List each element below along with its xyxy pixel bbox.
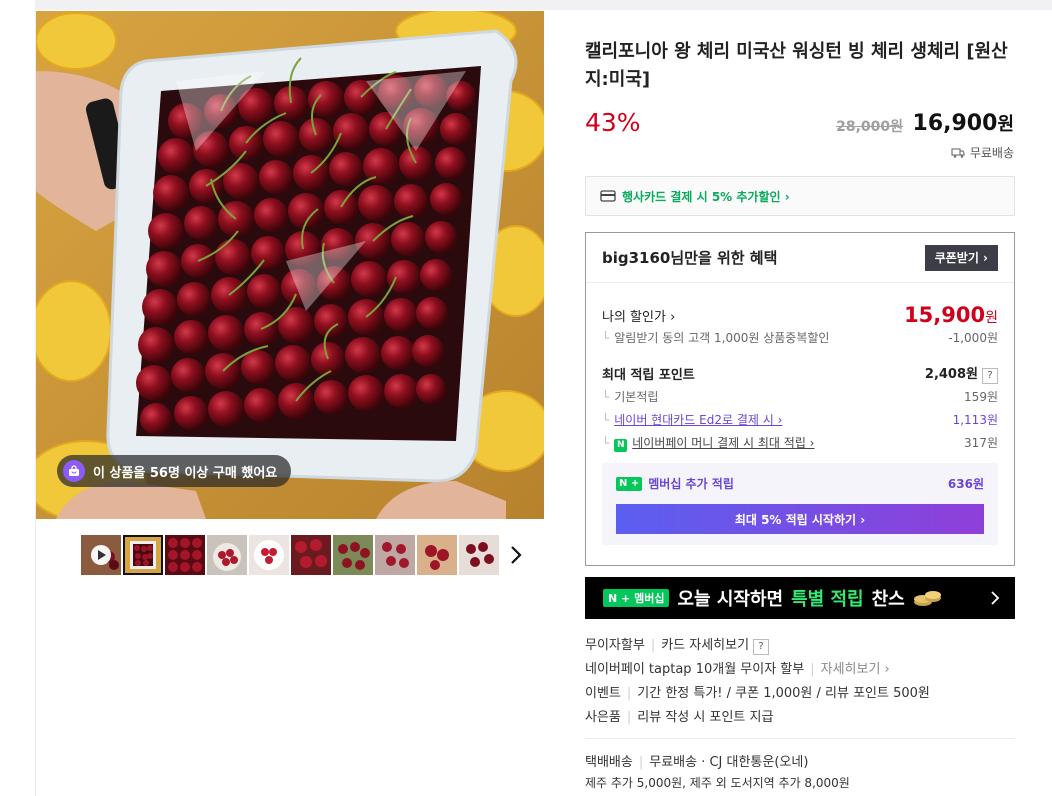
membership-promo-banner[interactable]: N + 멤버십 오늘 시작하면 특별 적립 찬스 — [585, 577, 1015, 619]
section-divider — [585, 738, 1015, 739]
alarm-discount-value: -1,000원 — [948, 331, 998, 345]
my-discount-row: 나의 할인가 › 15,900원 — [602, 303, 998, 327]
thumbnail-4[interactable] — [249, 535, 289, 575]
basic-points-value: 159원 — [964, 390, 998, 404]
installment-key: 무이자할부 — [585, 638, 645, 653]
shipping-text: 무료배송 — [969, 146, 1014, 160]
membership-label: 멤버십 추가 적립 — [648, 477, 734, 491]
delivery-value: 무료배송 · CJ 대한통운(오네) — [649, 755, 809, 770]
max-points-label: 최대 적립 포인트 — [602, 368, 695, 383]
thumbnail-6[interactable] — [333, 535, 373, 575]
thumbnail-7[interactable] — [375, 535, 415, 575]
npay-points-label: └ N 네이버페이 머니 결제 시 최대 적립 › — [602, 436, 815, 452]
gift-value: 리뷰 작성 시 포인트 지급 — [637, 710, 774, 725]
top-band — [35, 0, 1052, 10]
npay-points-value: 317원 — [964, 436, 998, 451]
delivery-extra: 제주 추가 5,000원, 제주 외 도서지역 추가 8,000원 — [585, 776, 850, 790]
promo-text-before: 오늘 시작하면 — [677, 589, 784, 610]
thumbnail-9[interactable] — [459, 535, 499, 575]
delivery-row: 택배배송 | 무료배송 · CJ 대한통운(오네) — [585, 755, 809, 770]
buyers-count-badge: 이 상품을 56명 이상 구매 했어요 — [57, 455, 292, 487]
promo-text-after: 찬스 — [871, 589, 905, 610]
npay-installment-link[interactable]: 자세히보기 › — [821, 662, 890, 677]
card-discount-banner[interactable]: 행사카드 결제 시 5% 추가할인 › — [585, 176, 1015, 216]
delivery-key: 택배배송 — [585, 755, 633, 770]
card-discount-text: 행사카드 결제 시 5% 추가할인 › — [622, 189, 790, 204]
alarm-discount-label: └ 알림받기 동의 고객 1,000원 상품중복할인 — [602, 331, 830, 345]
naver-pay-icon: N — [614, 438, 628, 452]
my-discount-price-currency: 원 — [985, 310, 998, 326]
card-detail-link[interactable]: 카드 자세히보기 — [661, 638, 749, 653]
thumbnail-next-arrow-icon[interactable] — [506, 543, 526, 567]
my-discount-price: 15,900원 — [904, 303, 998, 327]
benefit-header: big3160님만을 위한 혜택 쿠폰받기 › — [586, 233, 1014, 283]
event-value: 기간 한정 특가! / 쿠폰 1,000원 / 리뷰 포인트 500원 — [637, 686, 930, 701]
npay-installment-text: 네이버페이 taptap 10개월 무이자 할부 — [585, 662, 805, 677]
npay-points-row: └ N 네이버페이 머니 결제 시 최대 적립 › 317원 — [602, 434, 998, 452]
help-icon[interactable]: ? — [982, 368, 998, 384]
product-main-image[interactable] — [36, 11, 544, 519]
max-points-row: 최대 적립 포인트 2,408원? — [602, 363, 998, 384]
get-coupon-button[interactable]: 쿠폰받기 › — [924, 244, 998, 271]
shopping-bag-icon — [63, 460, 85, 482]
card-points-label: └ 네이버 현대카드 Ed2로 결제 시 › — [602, 413, 783, 427]
gift-key: 사은품 — [585, 710, 621, 725]
my-discount-link[interactable]: 나의 할인가 › — [602, 306, 675, 325]
membership-value: 636원 — [947, 477, 984, 491]
truck-icon — [951, 147, 965, 158]
thumbnail-5[interactable] — [291, 535, 331, 575]
promo-text-highlight: 특별 적립 — [791, 589, 864, 610]
card-points-link[interactable]: 네이버 현대카드 Ed2로 결제 시 › — [614, 413, 782, 427]
my-discount-price-value: 15,900 — [904, 303, 986, 327]
installment-help-icon[interactable]: ? — [753, 639, 770, 655]
max-points-value: 2,408원 — [924, 367, 978, 382]
thumbnail-8[interactable] — [417, 535, 457, 575]
credit-card-icon — [600, 190, 616, 202]
thumbnail-strip — [81, 535, 499, 575]
basic-points-row: └ 기본적립 159원 — [602, 388, 998, 405]
event-key: 이벤트 — [585, 686, 621, 701]
buyers-text: 이 상품을 56명 이상 구매 했어요 — [93, 465, 278, 481]
thumbnail-1-selected[interactable] — [123, 535, 163, 575]
event-row: 이벤트 | 기간 한정 특가! / 쿠폰 1,000원 / 리뷰 포인트 500원 — [585, 686, 930, 701]
membership-label-group: N + 멤버십 추가 적립 — [616, 475, 734, 492]
discount-rate: 43% — [585, 108, 641, 137]
membership-box: N + 멤버십 추가 적립 636원 최대 5% 적립 시작하기 › — [602, 463, 998, 545]
sale-price-value: 16,900 — [912, 111, 998, 136]
alarm-discount-text: 알림받기 동의 고객 1,000원 상품중복할인 — [614, 331, 830, 345]
thumbnail-video[interactable] — [81, 535, 121, 575]
basic-points-text: 기본적립 — [614, 390, 659, 404]
benefit-title: big3160님만을 위한 혜택 — [602, 249, 778, 267]
cherry-box-illustration — [36, 11, 544, 519]
thumbnail-2[interactable] — [165, 535, 205, 575]
card-points-value: 1,113원 — [952, 413, 998, 427]
original-price: 28,000원 — [836, 119, 903, 135]
start-membership-button[interactable]: 최대 5% 적립 시작하기 › — [616, 504, 984, 534]
product-title: 캘리포니아 왕 체리 미국산 워싱턴 빙 체리 생체리 [원산지:미국] — [585, 41, 1008, 90]
card-points-row: └ 네이버 현대카드 Ed2로 결제 시 › 1,113원 — [602, 411, 998, 428]
max-points-value-wrap: 2,408원? — [925, 363, 998, 384]
npay-installment-row: 네이버페이 taptap 10개월 무이자 할부 | 자세히보기 › — [585, 662, 890, 677]
coins-icon — [913, 591, 941, 606]
naver-membership-badge-icon: N + 멤버십 — [603, 589, 670, 607]
sale-price: 16,900원 — [913, 110, 1014, 136]
chevron-right-icon — [991, 591, 1000, 605]
shipping-info: 무료배송 — [951, 144, 1014, 161]
thumbnail-3[interactable] — [207, 535, 247, 575]
member-benefit-panel: big3160님만을 위한 혜택 쿠폰받기 › 나의 할인가 › 15,900원… — [585, 232, 1015, 566]
naver-plus-badge-icon: N + — [616, 476, 643, 491]
sale-price-currency: 원 — [997, 114, 1014, 135]
basic-points-label: └ 기본적립 — [602, 390, 659, 404]
installment-row: 무이자할부 | 카드 자세히보기? — [585, 634, 770, 655]
alarm-discount-row: └ 알림받기 동의 고객 1,000원 상품중복할인 -1,000원 — [602, 329, 998, 346]
npay-points-link[interactable]: 네이버페이 머니 결제 시 최대 적립 › — [632, 436, 814, 450]
gift-row: 사은품 | 리뷰 작성 시 포인트 지급 — [585, 710, 774, 725]
